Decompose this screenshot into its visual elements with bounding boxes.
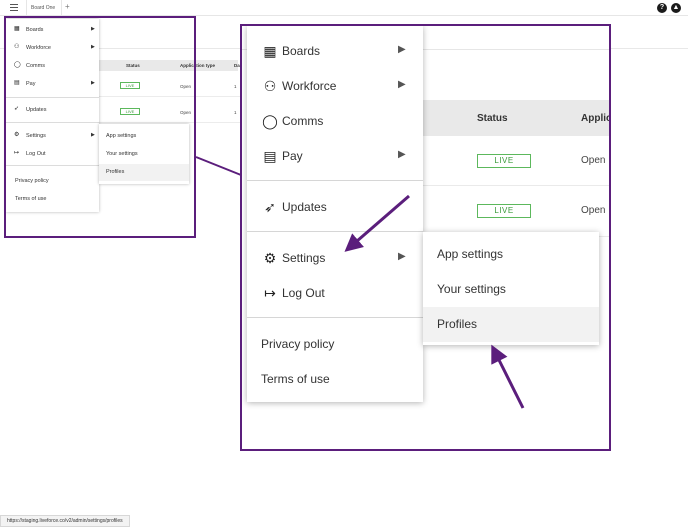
- highlight-frame-large: [240, 24, 611, 451]
- top-bar: Board One + ? ▲: [0, 0, 688, 16]
- mini-row-date: 1: [234, 110, 237, 115]
- connector-line: [195, 156, 242, 176]
- question-icon[interactable]: ?: [657, 3, 667, 13]
- hamburger-menu-icon[interactable]: [10, 4, 18, 11]
- status-bar-url: https://staging.liveforce.co/v2/admin/se…: [0, 515, 130, 527]
- user-icon[interactable]: ▲: [671, 3, 681, 13]
- highlight-frame-small: [4, 16, 196, 238]
- mini-col-date[interactable]: Da: [234, 63, 240, 68]
- add-tab-button[interactable]: +: [65, 2, 70, 12]
- mini-row-date: 1: [234, 84, 237, 89]
- board-tab[interactable]: Board One: [26, 0, 62, 16]
